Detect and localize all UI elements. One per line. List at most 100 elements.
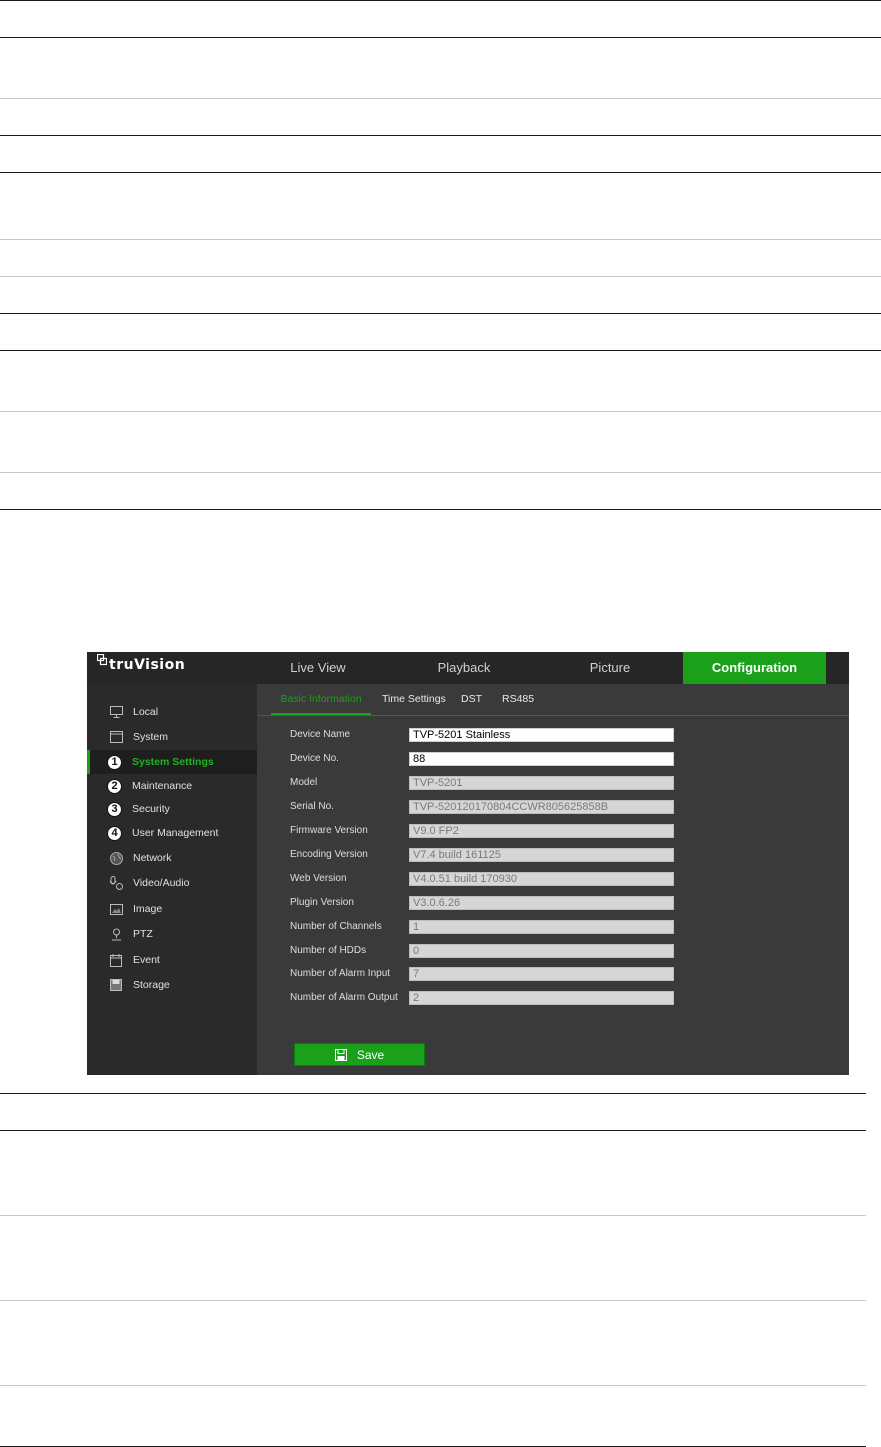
tab-picture[interactable]: Picture [542,652,678,684]
sidebar-item-label: Maintenance [132,780,193,792]
table-rule [0,37,881,38]
microphone-camera-icon [109,876,123,890]
callout-badge: 4 [107,825,122,841]
tab-playback[interactable]: Playback [396,652,532,684]
sidebar-item-security[interactable]: 3 Security [87,797,257,821]
tab-time-settings[interactable]: Time Settings [382,693,446,713]
device-name-input[interactable] [409,728,674,742]
table-rule [0,239,881,240]
field-label: Encoding Version [290,849,368,860]
table-rule [0,313,881,314]
truvision-logo: truVision [97,654,186,673]
sidebar-item-image[interactable]: Image [87,897,257,921]
sidebar-item-system-settings[interactable]: 1 System Settings [87,750,257,774]
field-label: Number of Alarm Input [290,968,391,979]
sidebar: Local System 1 System Settings 2 Mainten… [87,684,257,1075]
sidebar-item-label: Network [133,852,172,864]
tab-dst[interactable]: DST [461,693,482,713]
field-label: Number of HDDs [290,945,367,956]
sidebar-item-label: System Settings [132,756,214,768]
field-device-name: Device Name [290,728,690,744]
logo-mark-icon [97,654,107,672]
window-icon [109,730,123,744]
field-label: Model [290,777,318,788]
image-icon [109,902,123,916]
sidebar-item-label: Video/Audio [133,877,190,889]
sidebar-item-storage[interactable]: Storage [87,973,257,997]
ptz-camera-icon [109,927,123,941]
table-rule [0,1300,866,1301]
sidebar-item-system[interactable]: System [87,725,257,749]
sidebar-item-label: Image [133,903,163,915]
callout-badge: 3 [107,801,122,817]
calendar-icon [109,953,123,967]
field-plugin-version: Plugin Version [290,896,690,912]
table-rule [0,509,881,510]
sidebar-item-user-management[interactable]: 4 User Management [87,821,257,845]
sidebar-item-local[interactable]: Local [87,700,257,724]
sidebar-item-video-audio[interactable]: Video/Audio [87,871,257,895]
table-rule [0,1093,866,1094]
field-serial-no: Serial No. [290,800,690,816]
monitor-icon [109,705,123,719]
sidebar-item-event[interactable]: Event [87,948,257,972]
model-field [409,776,674,790]
logo-text: truVision [109,657,186,673]
tab-basic-information[interactable]: Basic Information [271,693,371,715]
tab-rs485[interactable]: RS485 [502,693,534,713]
field-encoding-version: Encoding Version [290,848,690,864]
table-rule [0,350,881,351]
tab-live-view[interactable]: Live View [250,652,386,684]
table-rule [0,0,881,1]
sidebar-item-maintenance[interactable]: 2 Maintenance [87,774,257,798]
save-label: Save [356,1047,385,1062]
sidebar-item-network[interactable]: Network [87,846,257,870]
sidebar-item-label: User Management [132,827,219,839]
disk-icon [109,978,123,992]
field-label: Number of Alarm Output [290,992,398,1003]
sidebar-item-label: PTZ [133,928,153,940]
number-of-channels-field [409,920,674,934]
number-of-alarm-output-field [409,991,674,1005]
field-number-of-alarm-output: Number of Alarm Output [290,991,690,1007]
table-rule [0,1130,866,1131]
field-web-version: Web Version [290,872,690,888]
field-label: Web Version [290,873,347,884]
field-number-of-hdds: Number of HDDs [290,944,690,960]
table-rule [0,472,881,473]
table-rule [0,1215,866,1216]
tab-configuration[interactable]: Configuration [683,652,826,684]
globe-icon [109,851,123,865]
field-label: Device Name [290,729,351,740]
table-rule [0,135,881,136]
callout-badge: 2 [107,778,122,794]
field-model: Model [290,776,690,792]
number-of-alarm-input-field [409,967,674,981]
field-label: Firmware Version [290,825,368,836]
sidebar-item-ptz[interactable]: PTZ [87,922,257,946]
sub-tab-bar: Basic Information Time Settings DST RS48… [257,684,849,716]
field-label: Device No. [290,753,339,764]
sidebar-item-label: Event [133,954,160,966]
table-rule [0,172,881,173]
sidebar-item-label: Security [132,803,170,815]
save-button[interactable]: Save [294,1043,425,1066]
device-no-input[interactable] [409,752,674,766]
save-icon [334,1048,347,1061]
table-rule [0,411,881,412]
plugin-version-field [409,896,674,910]
top-navigation-bar: truVision Live View Playback Picture Con… [87,652,849,684]
serial-no-field [409,800,674,814]
web-version-field [409,872,674,886]
encoding-version-field [409,848,674,862]
table-rule [0,98,881,99]
firmware-version-field [409,824,674,838]
table-rule [0,1385,866,1386]
main-content: Basic Information Time Settings DST RS48… [257,684,849,1075]
sidebar-item-label: System [133,731,169,743]
field-label: Plugin Version [290,897,354,908]
sidebar-item-label: Local [133,706,159,718]
field-device-no: Device No. [290,752,690,768]
callout-badge: 1 [107,754,122,770]
field-label: Number of Channels [290,921,382,932]
